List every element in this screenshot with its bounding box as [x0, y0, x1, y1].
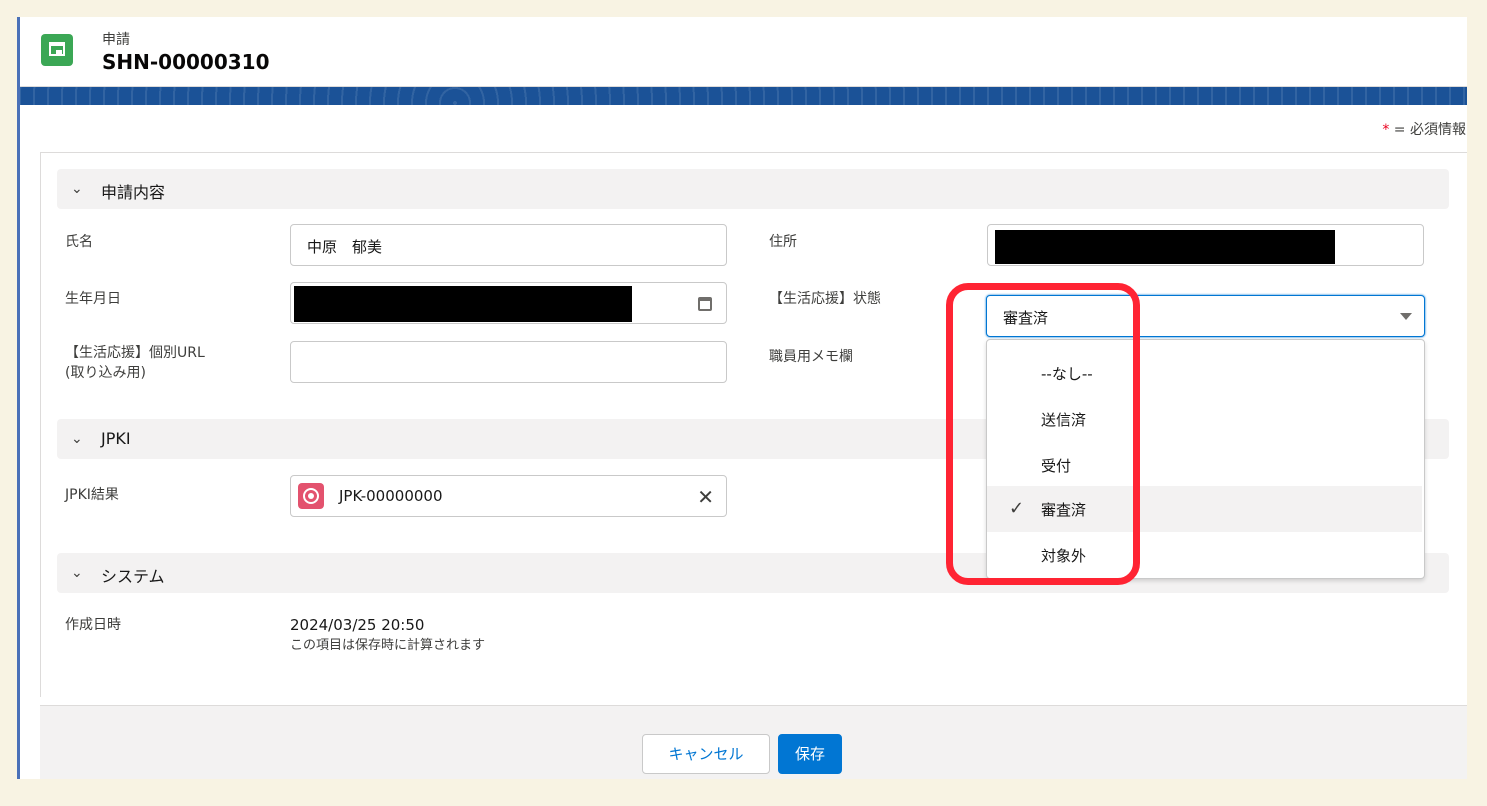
modal-footer: キャンセル 保存 [40, 705, 1467, 779]
status-label: 【生活応援】状態 [769, 291, 881, 307]
birthdate-input[interactable] [290, 282, 727, 324]
birthdate-label: 生年月日 [65, 291, 121, 307]
url-label-line2: (取り込み用) [65, 365, 146, 381]
clear-icon[interactable]: ✕ [697, 485, 714, 509]
jpki-record-icon [298, 483, 324, 509]
redacted-value [995, 230, 1335, 264]
name-input[interactable]: 中原 郁美 [290, 224, 727, 266]
record-type-icon [41, 34, 73, 66]
section-header-application[interactable]: ⌄ 申請内容 [57, 169, 1449, 209]
url-label: 【生活応援】個別URL (取り込み用) [65, 343, 205, 383]
calendar-icon[interactable] [698, 297, 712, 311]
redacted-value [294, 286, 632, 322]
memo-label: 職員用メモ欄 [769, 349, 853, 365]
save-button[interactable]: 保存 [778, 734, 842, 774]
jpki-label: JPKI結果 [65, 487, 119, 503]
created-label: 作成日時 [65, 617, 121, 633]
address-label: 住所 [769, 234, 797, 250]
cancel-button[interactable]: キャンセル [642, 734, 770, 774]
url-input[interactable] [290, 341, 727, 383]
chevron-down-icon: ⌄ [71, 181, 83, 197]
section-title: JPKI [101, 429, 131, 448]
required-note-text: = 必須情報 [1389, 122, 1466, 138]
created-help: この項目は保存時に計算されます [290, 638, 486, 653]
name-label: 氏名 [65, 234, 93, 250]
address-input[interactable] [987, 224, 1424, 266]
section-title: システム [101, 567, 165, 586]
edit-modal: * = 必須情報 ⌄ 申請内容 氏名 中原 郁美 住所 生年月日 【生活応援】状… [20, 105, 1467, 779]
jpki-value[interactable]: JPK-00000000 [339, 487, 443, 505]
required-note: * = 必須情報 [1382, 119, 1466, 139]
dropdown-caret-icon [1400, 313, 1412, 320]
chevron-down-icon: ⌄ [71, 431, 83, 447]
created-value: 2024/03/25 20:50 [290, 616, 425, 634]
chevron-down-icon: ⌄ [71, 565, 83, 581]
section-title: 申請内容 [101, 183, 166, 202]
name-value: 中原 郁美 [307, 238, 383, 256]
header-decorative-band [20, 87, 1467, 107]
url-label-line1: 【生活応援】個別URL [65, 345, 205, 361]
object-label: 申請 [102, 32, 130, 48]
record-name: SHN-00000310 [102, 50, 270, 74]
jpki-lookup-input[interactable]: JPK-00000000 ✕ [290, 475, 727, 517]
record-edit-window: 申請 SHN-00000310 * = 必須情報 ⌄ 申請内容 氏名 中原 郁美… [17, 17, 1467, 779]
record-header: 申請 SHN-00000310 [20, 17, 1467, 87]
annotation-highlight-box [946, 283, 1140, 585]
